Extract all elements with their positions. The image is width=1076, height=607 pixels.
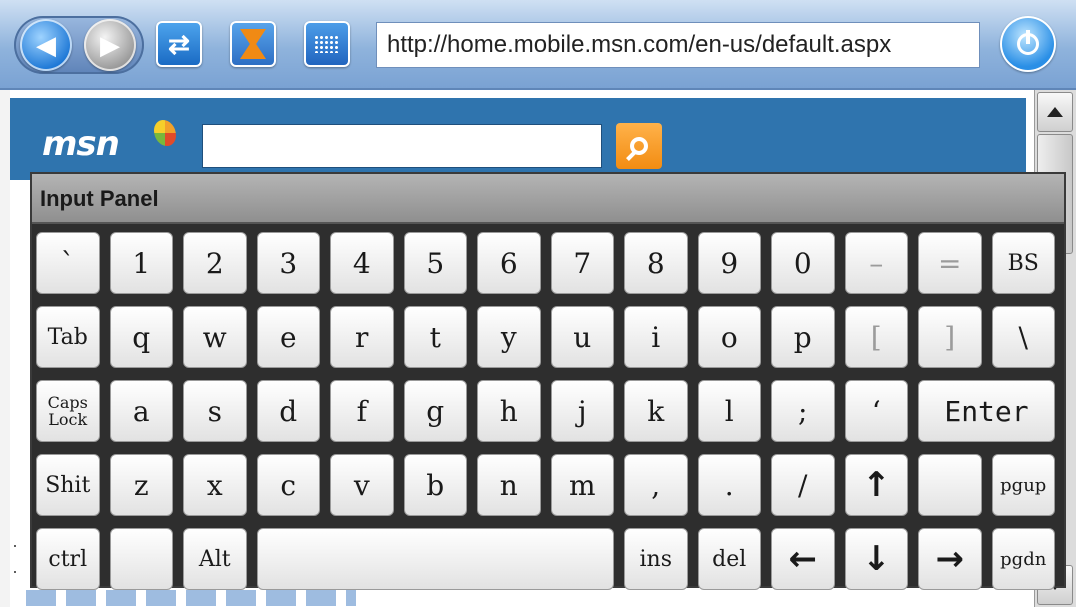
key-backtick[interactable]: ` (36, 232, 100, 294)
address-bar[interactable]: http://home.mobile.msn.com/en-us/default… (376, 22, 980, 68)
key-del[interactable]: del (697, 528, 761, 590)
input-panel: Input Panel ` 1 2 3 4 5 6 7 8 9 0– = BS Tab q w e r t y u i o p… (30, 172, 1066, 590)
key-8[interactable]: 8 (624, 232, 688, 294)
search-icon (630, 137, 648, 155)
key-s[interactable]: s (183, 380, 247, 442)
key-h[interactable]: h (477, 380, 541, 442)
page-link-partial[interactable] (26, 590, 356, 606)
key-alt[interactable]: Alt (183, 528, 247, 590)
key-bs[interactable]: BS (991, 232, 1055, 294)
key-7[interactable]: 7 (550, 232, 614, 294)
key-1[interactable]: 1 (109, 232, 173, 294)
key-4[interactable]: 4 (330, 232, 394, 294)
key-enter[interactable]: Enter (918, 380, 1055, 442)
key-tab[interactable]: Tab (36, 306, 100, 368)
msn-logo[interactable]: msn (42, 124, 120, 164)
key-o[interactable]: o (697, 306, 761, 368)
key-slash[interactable]: / (771, 454, 835, 516)
key-q[interactable]: q (109, 306, 173, 368)
power-button[interactable] (1000, 16, 1056, 72)
forward-arrow-icon: ▶ (100, 29, 120, 60)
key-pgup[interactable]: pgup (991, 454, 1055, 516)
key-k[interactable]: k (624, 380, 688, 442)
key-down-arrow-icon[interactable]: ↓ (844, 528, 908, 590)
key-l[interactable]: l (697, 380, 761, 442)
key-left-arrow-icon[interactable]: ← (771, 528, 835, 590)
key-right-arrow-icon[interactable]: → (918, 528, 982, 590)
key-0[interactable]: 0 (771, 232, 835, 294)
back-button[interactable]: ◀ (20, 19, 72, 71)
key-caps-lock[interactable]: Caps Lock (36, 380, 100, 442)
key-r[interactable]: r (330, 306, 394, 368)
key-b[interactable]: b (403, 454, 467, 516)
key-9[interactable]: 9 (697, 232, 761, 294)
space-key[interactable] (256, 528, 614, 590)
key-u[interactable]: u (550, 306, 614, 368)
key-5[interactable]: 5 (403, 232, 467, 294)
keyboard-grid-icon (314, 35, 340, 53)
blank-key-3-12[interactable] (918, 454, 982, 516)
key-left-bracket[interactable]: [ (844, 306, 908, 368)
page-bullets: · · (12, 535, 18, 581)
key-v[interactable]: v (330, 454, 394, 516)
arrow-up-icon (1047, 107, 1063, 117)
key-shit[interactable]: Shit (36, 454, 100, 516)
key-6[interactable]: 6 (477, 232, 541, 294)
forward-button[interactable]: ▶ (84, 19, 136, 71)
key-d[interactable]: d (256, 380, 320, 442)
key-ctrl[interactable]: ctrl (36, 528, 100, 590)
browser-toolbar: ◀ ▶ ⇄ http://home.mobile.msn.com/en-us/d… (0, 0, 1076, 90)
power-icon (1017, 30, 1039, 55)
key-up-arrow-icon[interactable]: ↑ (844, 454, 908, 516)
key-i[interactable]: i (624, 306, 688, 368)
key-pgdn[interactable]: pgdn (991, 528, 1055, 590)
key-period[interactable]: . (697, 454, 761, 516)
refresh-button[interactable]: ⇄ (156, 21, 202, 67)
msn-butterfly-icon (154, 120, 176, 146)
stop-button[interactable] (230, 21, 276, 67)
msn-search-input[interactable] (202, 124, 602, 168)
key-y[interactable]: y (477, 306, 541, 368)
key-3[interactable]: 3 (256, 232, 320, 294)
key-p[interactable]: p (771, 306, 835, 368)
blank-key-4-1[interactable] (109, 528, 173, 590)
key-g[interactable]: g (403, 380, 467, 442)
msn-header: msn (10, 98, 1026, 180)
key-semicolon[interactable]: ; (771, 380, 835, 442)
key-equals[interactable]: = (918, 232, 982, 294)
key-t[interactable]: t (403, 306, 467, 368)
key-e[interactable]: e (256, 306, 320, 368)
key-backslash[interactable]: \ (991, 306, 1055, 368)
key-x[interactable]: x (183, 454, 247, 516)
key-f[interactable]: f (330, 380, 394, 442)
scroll-up-button[interactable] (1037, 92, 1073, 132)
key-m[interactable]: m (550, 454, 614, 516)
key-a[interactable]: a (109, 380, 173, 442)
input-panel-toggle-button[interactable] (304, 21, 350, 67)
key-n[interactable]: n (477, 454, 541, 516)
msn-search-button[interactable] (616, 123, 662, 169)
key-quote[interactable]: ‘ (844, 380, 908, 442)
key-c[interactable]: c (256, 454, 320, 516)
key-w[interactable]: w (183, 306, 247, 368)
keyboard-keys: ` 1 2 3 4 5 6 7 8 9 0– = BS Tab q w e r t y u i o p[] \ Caps Lock… (32, 174, 1064, 590)
key-minus[interactable]: – (844, 232, 908, 294)
key-2[interactable]: 2 (183, 232, 247, 294)
stop-x-icon (240, 29, 266, 59)
key-ins[interactable]: ins (624, 528, 688, 590)
key-comma[interactable]: , (624, 454, 688, 516)
key-j[interactable]: j (550, 380, 614, 442)
refresh-icon: ⇄ (168, 28, 190, 59)
back-arrow-icon: ◀ (36, 29, 56, 60)
key-right-bracket[interactable]: ] (918, 306, 982, 368)
key-z[interactable]: z (109, 454, 173, 516)
